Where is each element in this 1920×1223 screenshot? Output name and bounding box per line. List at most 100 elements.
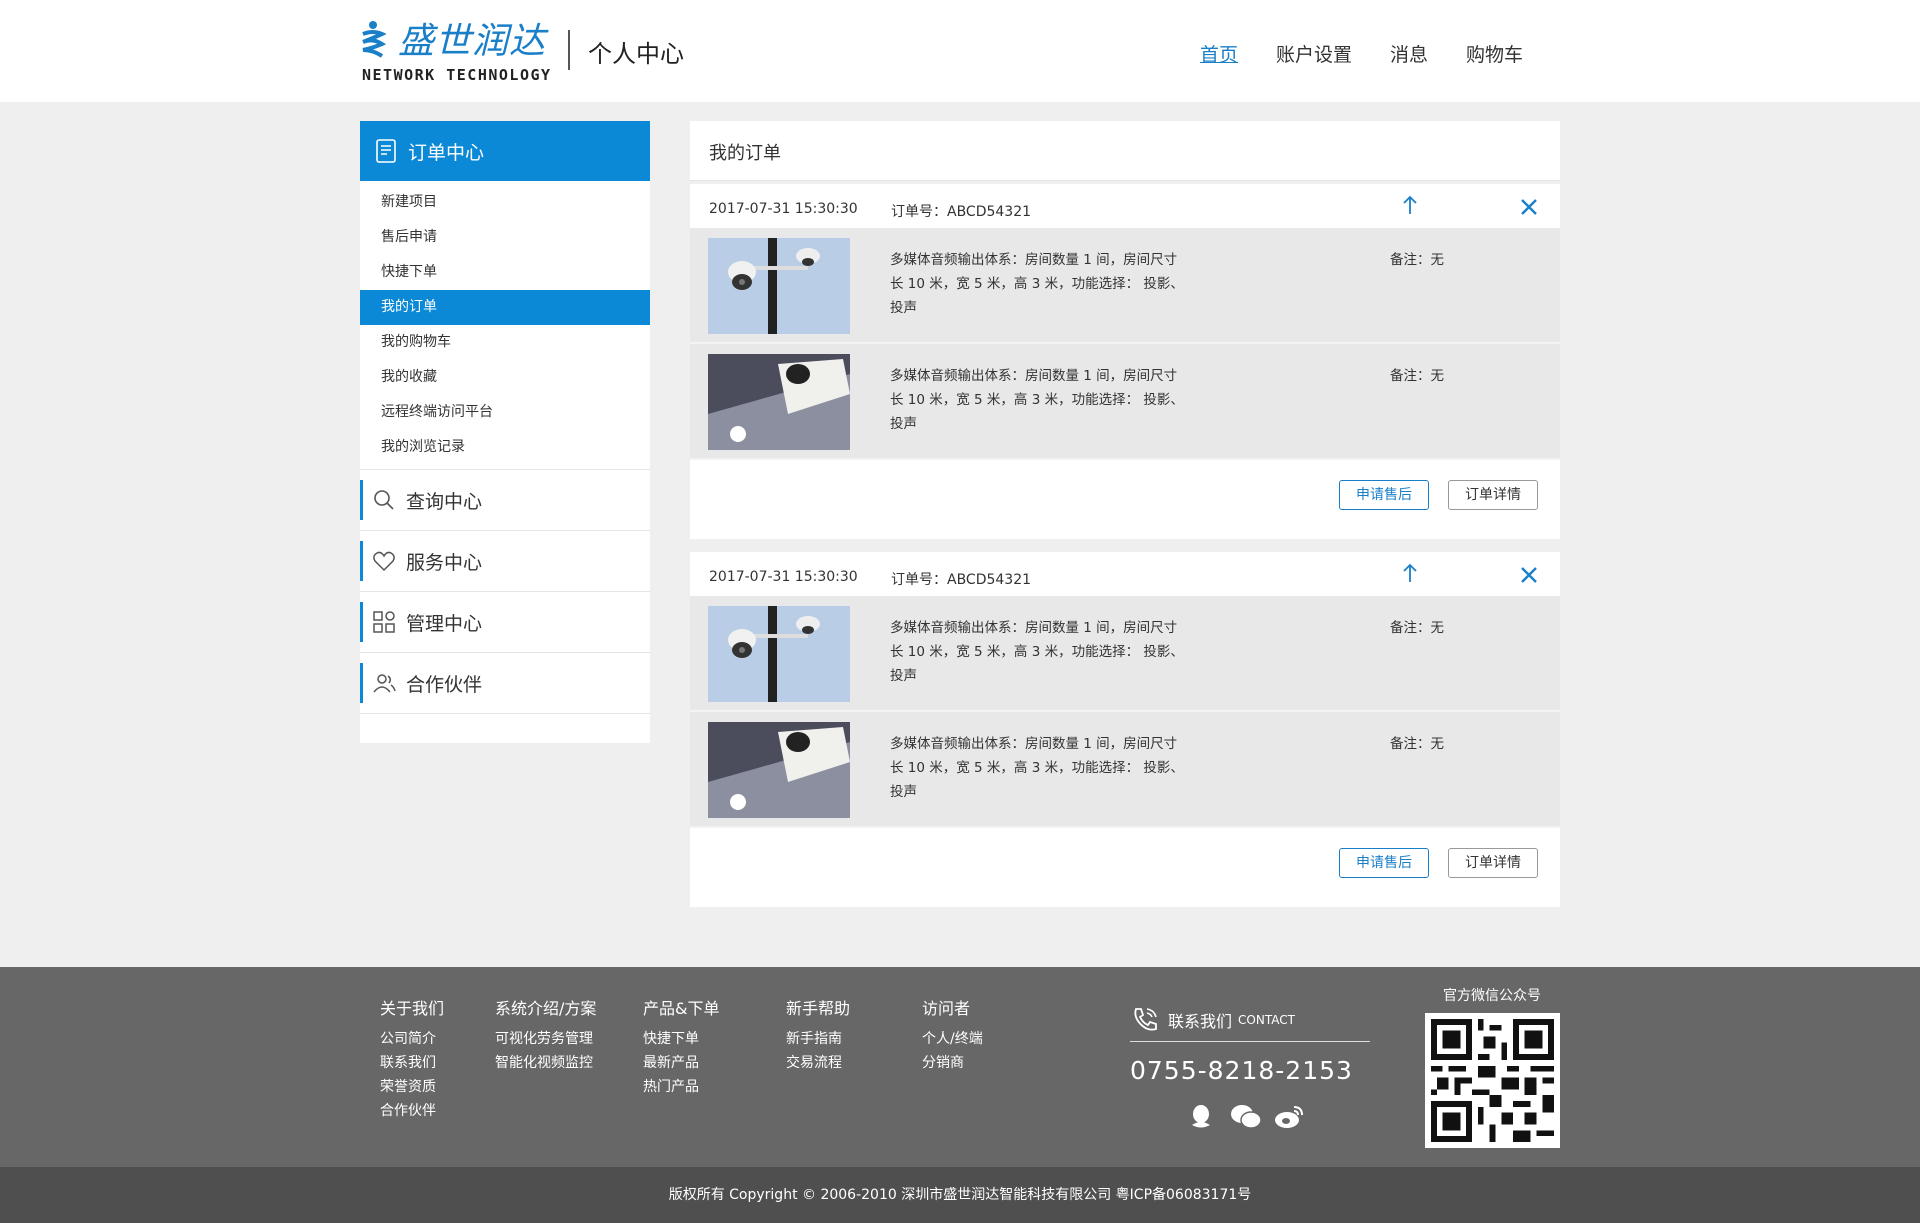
footer-link[interactable]: 最新产品 — [643, 1051, 719, 1075]
qr-label: 官方微信公众号 — [1443, 988, 1541, 1004]
footer-link[interactable]: 荣誉资质 — [380, 1075, 444, 1099]
order-number: 订单号：ABCD54321 — [891, 572, 1032, 588]
sidebar-item-my-orders[interactable]: 我的订单 — [360, 290, 650, 325]
header: 盛世润达 NETWORK TECHNOLOGY 个人中心 首页 账户设置 消息 … — [0, 0, 1920, 102]
order-date: 2017-07-31 15:30:30 — [709, 201, 858, 217]
product-image-dome-camera[interactable] — [708, 238, 850, 334]
footer: 关于我们 公司简介 联系我们 荣誉资质 合作伙伴 系统介绍/方案 可视化劳务管理… — [0, 967, 1920, 1167]
order-card: 2017-07-31 15:30:30 订单号：ABCD54321 多媒体音频输… — [690, 552, 1560, 907]
order-item-row: 多媒体音频输出体系：房间数量 1 间，房间尺寸长 10 米，宽 5 米，高 3 … — [690, 596, 1560, 712]
contact-block: 联系我们 CONTACT 0755-8218-2153 — [1130, 1005, 1370, 1131]
apply-after-sale-button[interactable]: 申请售后 — [1339, 848, 1429, 878]
top-nav: 首页 账户设置 消息 购物车 — [1200, 40, 1561, 67]
logo-mark-icon — [362, 21, 386, 58]
footer-column-heading: 访问者 — [922, 999, 971, 1018]
sidebar-list: 新建项目 售后申请 快捷下单 我的订单 我的购物车 我的收藏 远程终端访问平台 … — [360, 181, 650, 469]
social-links — [1186, 1103, 1370, 1131]
grid-icon — [373, 611, 395, 633]
weibo-icon[interactable] — [1274, 1103, 1304, 1131]
footer-link[interactable]: 联系我们 — [380, 1051, 444, 1075]
arrow-up-icon[interactable] — [1402, 563, 1418, 583]
sidebar-bottom-divider — [360, 713, 650, 714]
page-title: 个人中心 — [588, 40, 684, 68]
footer-column-heading: 新手帮助 — [786, 999, 851, 1018]
sidebar-item-favorites[interactable]: 我的收藏 — [360, 360, 650, 395]
logo-text: 盛世润达 — [398, 21, 547, 62]
footer-column-system: 系统介绍/方案 可视化劳务管理 智能化视频监控 — [495, 995, 596, 1075]
order-item-remark: 备注：无 — [1390, 252, 1444, 268]
order-item-description: 多媒体音频输出体系：房间数量 1 间，房间尺寸长 10 米，宽 5 米，高 3 … — [890, 736, 1184, 800]
sidebar-item-my-cart[interactable]: 我的购物车 — [360, 325, 650, 360]
footer-link[interactable]: 公司简介 — [380, 1027, 444, 1051]
header-divider — [568, 30, 570, 70]
phone-icon — [1134, 1008, 1157, 1031]
footer-column-about: 关于我们 公司简介 联系我们 荣誉资质 合作伙伴 — [380, 995, 444, 1123]
sidebar-item-after-sale[interactable]: 售后申请 — [360, 220, 650, 255]
heart-icon — [373, 551, 395, 572]
order-actions: 申请售后 订单详情 — [690, 828, 1560, 910]
footer-link[interactable]: 智能化视频监控 — [495, 1051, 596, 1075]
users-icon — [373, 674, 396, 693]
contact-title: 联系我们 CONTACT — [1130, 1005, 1370, 1042]
product-image-bullet-camera[interactable] — [708, 722, 850, 818]
order-item-row: 多媒体音频输出体系：房间数量 1 间，房间尺寸长 10 米，宽 5 米，高 3 … — [690, 712, 1560, 828]
footer-column-visitors: 访问者 个人/终端 分销商 — [922, 995, 983, 1075]
sidebar-head-order-center[interactable]: 订单中心 — [360, 121, 650, 181]
order-item-description: 多媒体音频输出体系：房间数量 1 间，房间尺寸长 10 米，宽 5 米，高 3 … — [890, 252, 1184, 316]
main-header: 我的订单 — [690, 121, 1560, 181]
footer-link[interactable]: 分销商 — [922, 1051, 983, 1075]
order-detail-button[interactable]: 订单详情 — [1448, 480, 1538, 510]
nav-messages[interactable]: 消息 — [1390, 40, 1428, 67]
order-header: 2017-07-31 15:30:30 订单号：ABCD54321 — [690, 184, 1560, 228]
sidebar-section-label: 查询中心 — [406, 490, 483, 513]
sidebar-item-history[interactable]: 我的浏览记录 — [360, 430, 650, 465]
qq-icon[interactable] — [1186, 1103, 1216, 1131]
footer-link[interactable]: 新手指南 — [786, 1027, 850, 1051]
sidebar-section-partners[interactable]: 合作伙伴 — [360, 652, 650, 713]
sidebar-section-label: 服务中心 — [406, 551, 483, 574]
order-item-remark: 备注：无 — [1390, 620, 1444, 636]
sidebar-item-quick-order[interactable]: 快捷下单 — [360, 255, 650, 290]
nav-home[interactable]: 首页 — [1200, 40, 1238, 67]
footer-link[interactable]: 热门产品 — [643, 1075, 719, 1099]
close-icon[interactable] — [1520, 566, 1538, 584]
sidebar: 订单中心 新建项目 售后申请 快捷下单 我的订单 我的购物车 我的收藏 远程终端… — [360, 121, 650, 743]
footer-link[interactable]: 可视化劳务管理 — [495, 1027, 596, 1051]
order-item-description: 多媒体音频输出体系：房间数量 1 间，房间尺寸长 10 米，宽 5 米，高 3 … — [890, 368, 1184, 432]
sidebar-section-label: 合作伙伴 — [406, 673, 483, 696]
logo[interactable]: 盛世润达 NETWORK TECHNOLOGY — [360, 18, 550, 88]
search-icon — [374, 490, 394, 510]
nav-account-settings[interactable]: 账户设置 — [1276, 40, 1352, 67]
logo-subtext: NETWORK TECHNOLOGY — [362, 66, 552, 84]
product-image-dome-camera[interactable] — [708, 606, 850, 702]
wechat-icon[interactable] — [1230, 1103, 1262, 1131]
footer-column-heading: 系统介绍/方案 — [495, 999, 597, 1018]
footer-column-products: 产品&下单 快捷下单 最新产品 热门产品 — [643, 995, 719, 1099]
close-icon[interactable] — [1520, 198, 1538, 216]
footer-link[interactable]: 合作伙伴 — [380, 1099, 444, 1123]
sidebar-section-management[interactable]: 管理中心 — [360, 591, 650, 652]
main-title: 我的订单 — [709, 143, 781, 164]
footer-link[interactable]: 快捷下单 — [643, 1027, 719, 1051]
apply-after-sale-button[interactable]: 申请售后 — [1339, 480, 1429, 510]
sidebar-item-new-project[interactable]: 新建项目 — [360, 185, 650, 220]
footer-link[interactable]: 交易流程 — [786, 1051, 850, 1075]
contact-label-en: CONTACT — [1238, 1013, 1295, 1027]
order-number: 订单号：ABCD54321 — [891, 204, 1032, 220]
sidebar-section-service[interactable]: 服务中心 — [360, 530, 650, 591]
footer-column-heading: 产品&下单 — [643, 999, 720, 1018]
order-detail-button[interactable]: 订单详情 — [1448, 848, 1538, 878]
sidebar-item-remote-access[interactable]: 远程终端访问平台 — [360, 395, 650, 430]
footer-link[interactable]: 个人/终端 — [922, 1027, 983, 1051]
arrow-up-icon[interactable] — [1402, 195, 1418, 215]
sidebar-head-label: 订单中心 — [408, 141, 485, 164]
sidebar-section-label: 管理中心 — [406, 612, 483, 635]
product-image-bullet-camera[interactable] — [708, 354, 850, 450]
order-card: 2017-07-31 15:30:30 订单号：ABCD54321 多媒体音频输… — [690, 184, 1560, 539]
footer-column-help: 新手帮助 新手指南 交易流程 — [786, 995, 850, 1075]
nav-cart[interactable]: 购物车 — [1466, 40, 1523, 67]
sidebar-section-query[interactable]: 查询中心 — [360, 469, 650, 530]
contact-phone: 0755-8218-2153 — [1130, 1056, 1353, 1085]
order-actions: 申请售后 订单详情 — [690, 460, 1560, 542]
contact-label: 联系我们 — [1168, 1012, 1233, 1031]
